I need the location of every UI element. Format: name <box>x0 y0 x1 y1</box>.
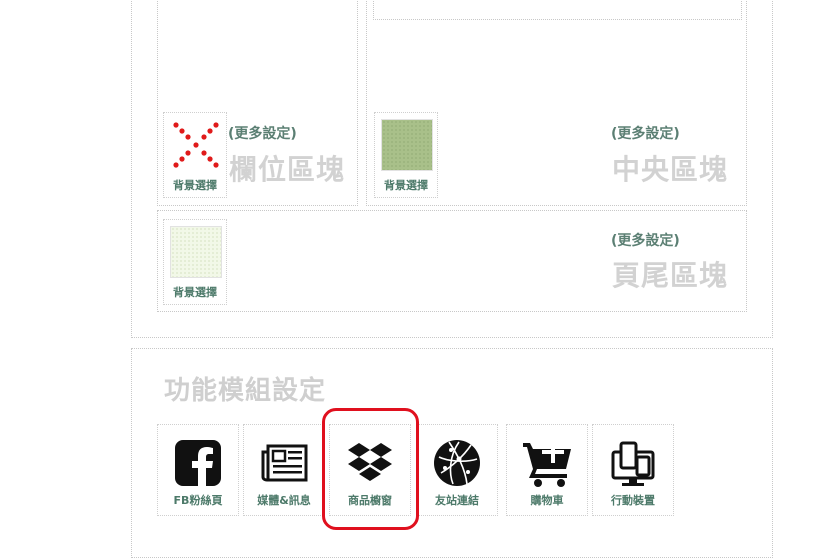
modules-section-title: 功能模組設定 <box>164 376 327 406</box>
facebook-icon <box>172 437 224 489</box>
module-label: FB粉絲頁 <box>173 494 223 507</box>
center-block-title: 中央區塊 <box>612 153 729 186</box>
module-label: 行動裝置 <box>611 494 655 507</box>
devices-icon <box>607 437 659 489</box>
pale-texture-swatch <box>170 226 222 278</box>
center-inner-frame <box>373 0 742 20</box>
module-media-news[interactable]: 媒體&訊息 <box>243 424 325 516</box>
no-background-swatch <box>170 119 222 171</box>
footer-bg-picker[interactable]: 背景選擇 <box>163 219 227 305</box>
sidebar-block-title: 欄位區塊 <box>229 153 346 186</box>
sidebar-more-settings-link[interactable]: (更多設定) <box>228 123 297 143</box>
module-label: 媒體&訊息 <box>257 494 311 507</box>
green-texture-swatch <box>381 119 433 171</box>
module-shopping-cart[interactable]: 購物車 <box>506 424 588 516</box>
center-more-settings-link[interactable]: (更多設定) <box>611 123 680 143</box>
footer-more-settings-link[interactable]: (更多設定) <box>611 230 680 250</box>
bg-select-label: 背景選擇 <box>173 179 217 192</box>
module-label: 購物車 <box>530 494 564 507</box>
bg-select-label: 背景選擇 <box>384 179 428 192</box>
x-pattern-icon <box>173 122 219 168</box>
module-fb-fanpage[interactable]: FB粉絲頁 <box>157 424 239 516</box>
globe-network-icon <box>431 437 483 489</box>
sidebar-bg-picker[interactable]: 背景選擇 <box>163 112 227 198</box>
module-friend-links[interactable]: 友站連結 <box>416 424 498 516</box>
bg-select-label: 背景選擇 <box>173 286 217 299</box>
center-bg-picker[interactable]: 背景選擇 <box>374 112 438 198</box>
cart-add-icon <box>521 437 573 489</box>
module-mobile-devices[interactable]: 行動裝置 <box>592 424 674 516</box>
footer-block-title: 頁尾區塊 <box>612 259 729 292</box>
highlight-ring <box>322 408 419 530</box>
newspaper-icon <box>258 437 310 489</box>
module-label: 友站連結 <box>435 494 479 507</box>
